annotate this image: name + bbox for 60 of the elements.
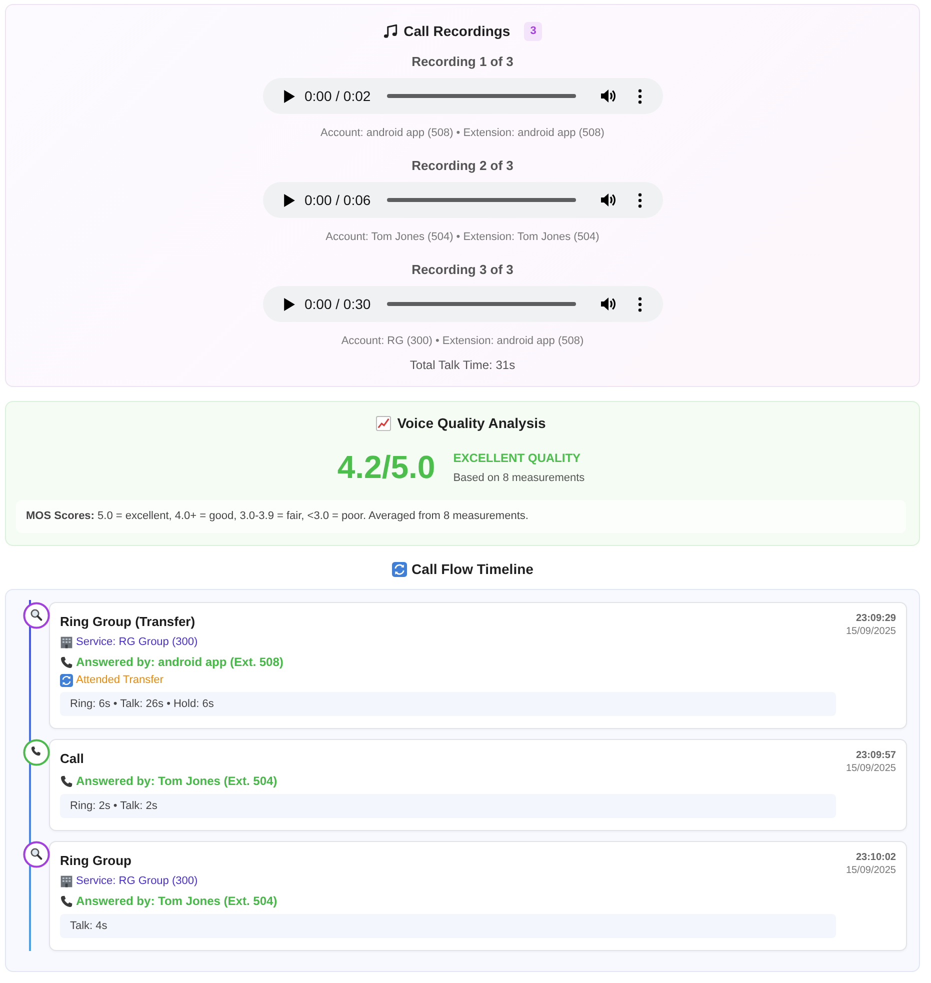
playback-time: 0:00 / 0:30 xyxy=(304,296,371,312)
event-title: Ring Group xyxy=(60,852,132,870)
quality-score: 4.2/5.0 xyxy=(337,448,436,487)
building-icon xyxy=(60,874,73,888)
event-stats: Ring: 6s • Talk: 26s • Hold: 6s xyxy=(60,692,836,716)
recording-details: Account: RG (300) • Extension: android app (508) xyxy=(341,334,584,348)
audio-player[interactable]: 0:00 / 0:30 xyxy=(262,286,662,322)
count-badge: 3 xyxy=(524,22,542,40)
recording-details: Account: Tom Jones (504) • Extension: Tom Jones (504) xyxy=(326,230,600,244)
play-icon[interactable] xyxy=(284,194,294,206)
recording-details: Account: android app (508) • Extension: android app (508) xyxy=(320,126,604,140)
service-label: Service: RG Group (300) xyxy=(76,874,198,888)
volume-icon[interactable] xyxy=(600,192,616,208)
section-title: Call Flow Timeline xyxy=(412,561,534,577)
chart-icon xyxy=(376,416,392,430)
mos-explanation: MOS Scores: 5.0 = excellent, 4.0+ = good, 3.0-3.9 = fair, <3.0 = poor. Averaged from 8 measurements. xyxy=(16,500,906,533)
service-label: Service: RG Group (300) xyxy=(76,635,198,649)
answered-by-label: Answered by: Tom Jones (Ext. 504) xyxy=(76,773,278,789)
more-options-icon[interactable] xyxy=(638,192,642,208)
progress-track[interactable] xyxy=(386,302,576,306)
event-date: 15/09/2025 xyxy=(844,625,896,638)
playback-time: 0:00 / 0:02 xyxy=(304,88,371,104)
transfer-label: Attended Transfer xyxy=(76,673,164,687)
phone-icon xyxy=(60,656,73,668)
event-time: 23:09:57 xyxy=(854,750,896,762)
section-title: Call Recordings xyxy=(404,23,510,39)
recording-label: Recording 3 of 3 xyxy=(412,262,514,278)
phone-icon xyxy=(60,774,73,788)
more-options-icon[interactable] xyxy=(638,296,642,312)
event-stats: Talk: 4s xyxy=(60,914,836,938)
volume-icon[interactable] xyxy=(600,88,616,104)
playback-time: 0:00 / 0:06 xyxy=(304,192,371,208)
total-talk-time: Total Talk Time: 31s xyxy=(408,357,516,373)
event-title: Ring Group (Transfer) xyxy=(60,613,196,631)
volume-icon[interactable] xyxy=(600,296,616,312)
event-time: 23:09:29 xyxy=(854,613,896,625)
audio-player[interactable]: 0:00 / 0:02 xyxy=(262,78,662,114)
measurement-count: Based on 8 measurements xyxy=(453,470,585,484)
more-options-icon[interactable] xyxy=(638,88,642,104)
music-note-icon xyxy=(382,24,398,38)
event-date: 15/09/2025 xyxy=(844,762,896,775)
event-time: 23:10:02 xyxy=(854,852,896,864)
phone-icon xyxy=(60,894,73,908)
progress-track[interactable] xyxy=(386,198,576,202)
refresh-icon xyxy=(392,562,407,576)
recording-label: Recording 2 of 3 xyxy=(412,158,514,174)
play-icon[interactable] xyxy=(284,298,294,310)
answered-by-label: Answered by: Tom Jones (Ext. 504) xyxy=(76,893,278,909)
progress-track[interactable] xyxy=(386,94,576,98)
answered-by-label: Answered by: android app (Ext. 508) xyxy=(76,654,284,670)
event-stats: Ring: 2s • Talk: 2s xyxy=(60,794,836,818)
play-icon[interactable] xyxy=(284,90,294,102)
refresh-icon xyxy=(60,674,73,686)
section-title: Voice Quality Analysis xyxy=(397,415,546,431)
building-icon xyxy=(60,636,73,648)
audio-player[interactable]: 0:00 / 0:06 xyxy=(262,182,662,218)
event-date: 15/09/2025 xyxy=(844,864,896,877)
quality-rating: EXCELLENT QUALITY xyxy=(453,450,582,466)
recording-label: Recording 1 of 3 xyxy=(412,54,514,70)
event-title: Call xyxy=(60,750,85,768)
